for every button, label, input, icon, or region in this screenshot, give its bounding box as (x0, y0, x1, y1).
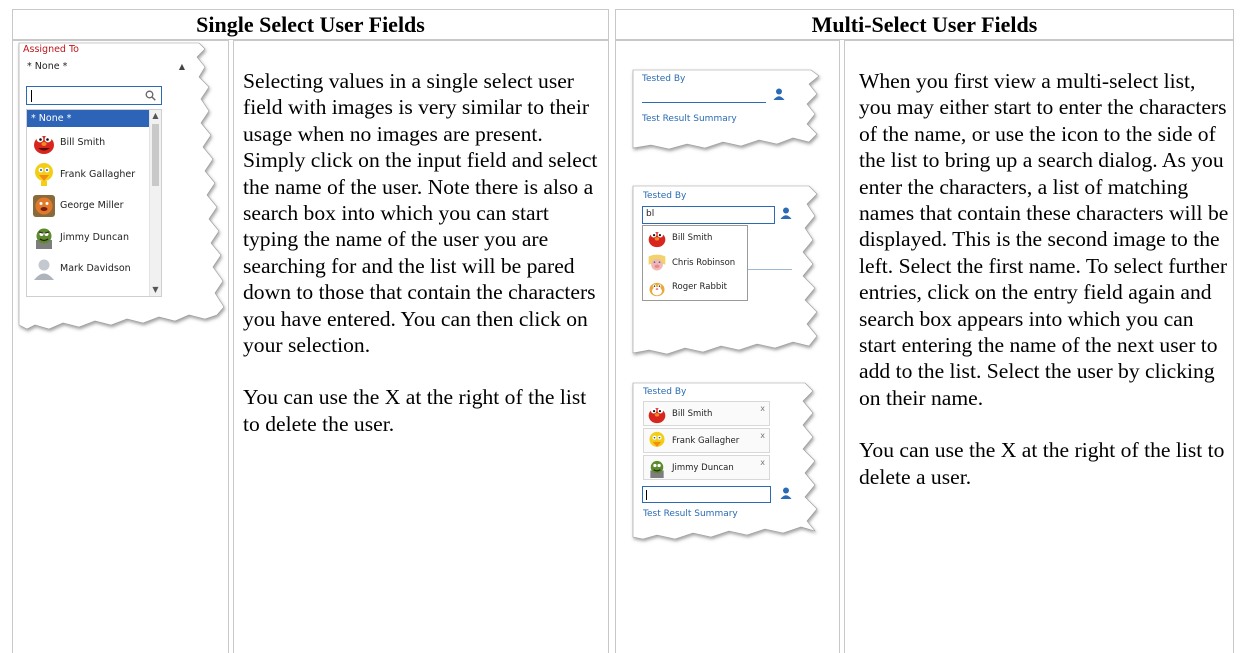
text-cursor (31, 90, 32, 102)
cell-single-text: Selecting values in a single select user… (233, 40, 609, 653)
chip-bill-smith: Bill Smith x (643, 401, 770, 426)
avatar-yellow-bird (649, 431, 665, 447)
tested-by-input[interactable] (642, 89, 766, 103)
text-cursor (646, 490, 647, 500)
scrollbar-thumb[interactable] (152, 124, 159, 186)
multi-select-screenshot-3: Tested By Bill Smith x Frank Gallagher x… (632, 382, 823, 561)
assigned-to-field: Assigned To * None * ▲ (23, 44, 191, 72)
magnifier-icon (145, 90, 156, 101)
option-label: George Miller (60, 200, 124, 212)
header-single-text: Single Select User Fields (196, 12, 425, 37)
option-jimmy-duncan[interactable]: Jimmy Duncan (27, 222, 161, 254)
user-icon[interactable] (780, 487, 792, 499)
multi-select-screenshot-1: Tested By Test Result Summary (632, 69, 823, 152)
remove-chip-button[interactable]: x (760, 431, 765, 440)
option-label: Mark Davidson (60, 263, 131, 275)
avatar-green-grouch (36, 228, 52, 250)
single-description: Selecting values in a single select user… (243, 68, 599, 437)
multi-select-screenshot-2: Tested By bl Bill Smith Chris Robinson R… (632, 185, 823, 372)
single-paragraph-2: You can use the X at the right of the li… (243, 385, 587, 436)
assigned-to-value: * None * (27, 61, 68, 72)
result-chris-robinson[interactable]: Chris Robinson (643, 251, 747, 276)
user-options-list: * None * Bill Smith Frank Gallagher Geor… (26, 109, 162, 297)
avatar-red-muppet (34, 135, 54, 154)
avatar-yellow-bird (35, 163, 53, 187)
typed-query: bl (646, 209, 655, 219)
option-none-label: * None * (31, 113, 72, 124)
caret-up-icon: ▲ (178, 62, 185, 71)
option-bill-smith[interactable]: Bill Smith (27, 127, 161, 159)
option-george-miller[interactable]: George Miller (27, 190, 161, 222)
multi-description: When you first view a multi-select list,… (859, 68, 1229, 490)
header-multi-text: Multi-Select User Fields (811, 12, 1038, 37)
assigned-to-label: Assigned To (23, 44, 79, 55)
list-scrollbar[interactable]: ▲ ▼ (149, 110, 161, 296)
add-user-input[interactable] (642, 486, 771, 503)
avatar-default-silhouette (34, 259, 54, 280)
single-select-screenshot: Assigned To * None * ▲ * None * Bill Smi… (18, 42, 225, 333)
avatar-red-muppet (648, 232, 666, 248)
divider-line (746, 269, 792, 270)
chip-frank-gallagher: Frank Gallagher x (643, 428, 770, 453)
search-results-dropdown: Bill Smith Chris Robinson Roger Rabbit (642, 225, 748, 301)
chip-label: Jimmy Duncan (672, 462, 734, 473)
option-none[interactable]: * None * (27, 110, 161, 127)
scroll-down-icon[interactable]: ▼ (150, 285, 161, 295)
chip-label: Bill Smith (672, 408, 713, 419)
option-label: Jimmy Duncan (60, 231, 130, 243)
assigned-to-select[interactable]: * None * ▲ (23, 61, 191, 72)
tested-by-label: Tested By (643, 387, 687, 397)
test-result-summary-label: Test Result Summary (642, 114, 737, 124)
chip-jimmy-duncan: Jimmy Duncan x (643, 455, 770, 480)
remove-chip-button[interactable]: x (760, 404, 765, 413)
result-label: Roger Rabbit (672, 282, 727, 293)
multi-paragraph-1: When you first view a multi-select list,… (859, 69, 1229, 410)
option-label: Frank Gallagher (60, 168, 136, 180)
result-roger-rabbit[interactable]: Roger Rabbit (643, 275, 747, 300)
user-icon[interactable] (773, 88, 785, 100)
remove-chip-button[interactable]: x (760, 458, 765, 467)
option-mark-davidson[interactable]: Mark Davidson (27, 253, 161, 285)
cell-multi-text: When you first view a multi-select list,… (844, 40, 1234, 653)
option-frank-gallagher[interactable]: Frank Gallagher (27, 159, 161, 191)
test-result-summary-label: Test Result Summary (643, 509, 738, 519)
tested-by-input-typing[interactable]: bl (642, 206, 775, 224)
avatar-rabbit (649, 283, 665, 297)
scroll-up-icon[interactable]: ▲ (150, 111, 161, 121)
avatar-green-grouch (650, 460, 664, 478)
user-icon[interactable] (780, 207, 792, 219)
result-bill-smith[interactable]: Bill Smith (643, 226, 747, 251)
user-search-input[interactable] (26, 86, 162, 105)
option-label: Bill Smith (60, 137, 106, 149)
header-single: Single Select User Fields (12, 9, 609, 40)
avatar-red-muppet (648, 407, 666, 423)
avatar-pig (648, 254, 666, 271)
single-paragraph-1: Selecting values in a single select user… (243, 69, 598, 358)
result-label: Bill Smith (672, 233, 713, 244)
result-label: Chris Robinson (672, 257, 736, 268)
multi-paragraph-2: You can use the X at the right of the li… (859, 438, 1225, 489)
avatar-orange-muppet (33, 194, 55, 217)
chip-label: Frank Gallagher (672, 435, 740, 446)
tested-by-label: Tested By (643, 191, 687, 201)
header-multi: Multi-Select User Fields (615, 9, 1234, 40)
tested-by-label: Tested By (642, 74, 686, 84)
